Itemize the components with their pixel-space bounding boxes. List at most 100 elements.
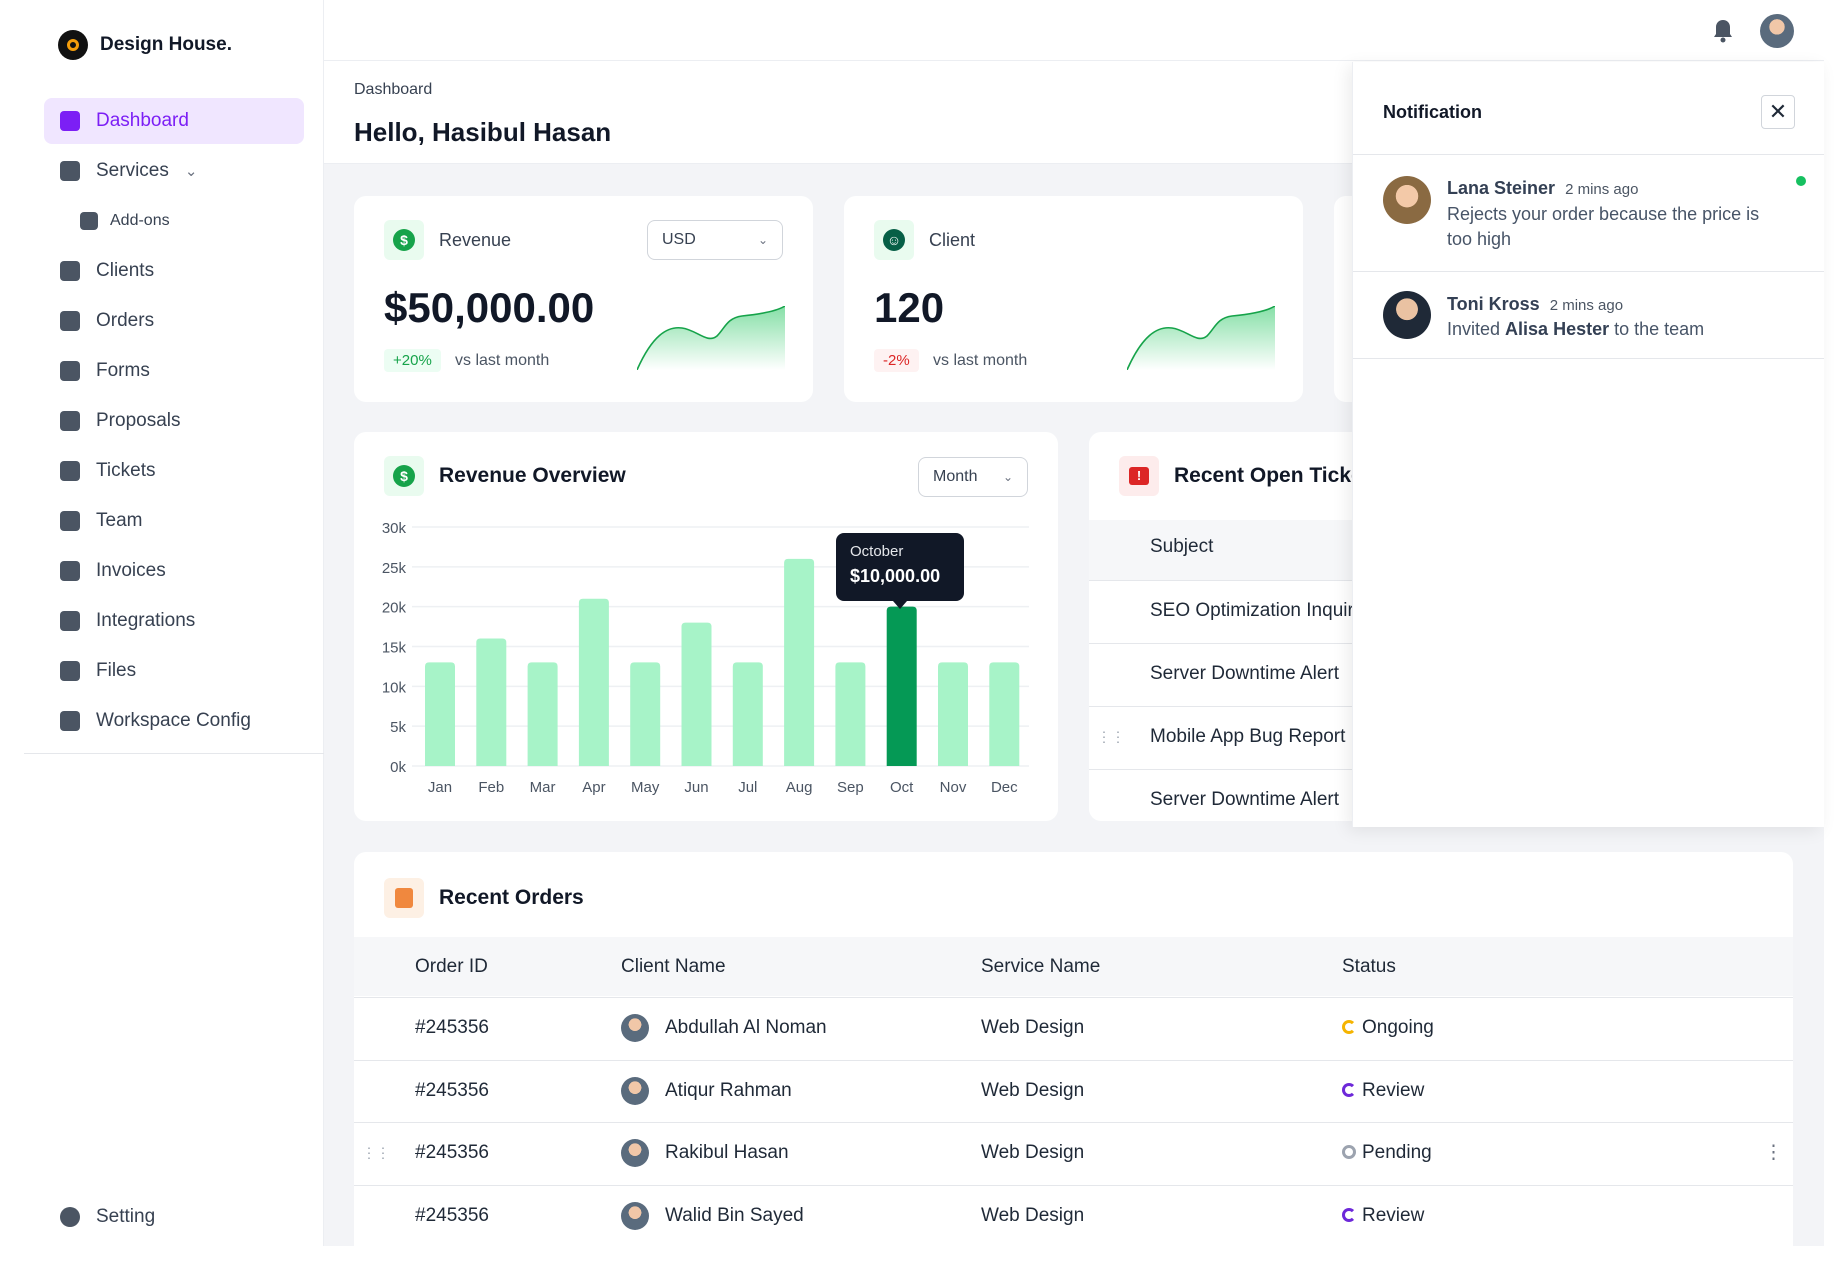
dollar-icon: $ — [384, 220, 424, 260]
sidebar-item-label: Proposals — [96, 410, 181, 431]
sidebar-divider — [24, 753, 324, 754]
ticket-row[interactable]: Mobile App Bug Report — [1150, 726, 1345, 748]
more-options-icon[interactable]: ⋮ — [1764, 1142, 1783, 1165]
bar-may[interactable] — [630, 662, 661, 766]
x-tick-label: Oct — [890, 779, 914, 796]
sidebar-item-label: Invoices — [96, 560, 166, 581]
bar-mar[interactable] — [527, 662, 558, 766]
notification-text: Rejects your order because the price is … — [1447, 204, 1760, 249]
bar-aug[interactable] — [784, 558, 815, 766]
x-tick-label: Nov — [940, 779, 967, 796]
y-tick-label: 0k — [390, 759, 406, 776]
sidebar-item-add-ons[interactable]: Add-ons — [44, 198, 304, 244]
order-id: #245356 — [415, 1142, 489, 1163]
drag-handle-icon[interactable]: ⋮⋮ — [362, 1145, 390, 1162]
sidebar-item-dashboard[interactable]: Dashboard — [44, 98, 304, 144]
card-icon — [60, 561, 80, 581]
card-title: Recent Orders — [439, 886, 584, 909]
sidebar-item-proposals[interactable]: Proposals — [44, 398, 304, 444]
x-tick-label: Sep — [837, 779, 864, 796]
bar-nov[interactable] — [938, 662, 968, 766]
file-icon — [60, 361, 80, 381]
bar-oct[interactable] — [886, 606, 917, 766]
tooltip-label: October — [850, 543, 904, 560]
bar-jun[interactable] — [681, 622, 712, 766]
gears-icon — [60, 711, 80, 731]
chevron-down-icon[interactable]: ⌄ — [185, 162, 198, 180]
ticket-alert-icon: ! — [1119, 456, 1159, 496]
sidebar-item-integrations[interactable]: Integrations — [44, 598, 304, 644]
stat-label: Revenue — [439, 230, 512, 250]
bar-jan[interactable] — [425, 662, 455, 766]
sidebar-item-label: Services — [96, 160, 169, 181]
change-badge: -2% — [874, 349, 919, 372]
status-icon — [1342, 1082, 1356, 1097]
bar-apr[interactable] — [578, 598, 609, 766]
change-note: vs last month — [455, 352, 550, 369]
x-tick-label: May — [631, 779, 660, 796]
tooltip-arrow — [893, 601, 907, 609]
brand-logo[interactable]: Design House. — [58, 30, 232, 60]
client-avatar — [621, 1014, 649, 1042]
mentioned-user[interactable]: Alisa Hester — [1505, 319, 1609, 339]
x-tick-label: Apr — [582, 779, 605, 796]
sidebar: Design House. Dashboard Services ⌄ Add-ons C… — [24, 0, 324, 1246]
sidebar-item-setting[interactable]: Setting — [44, 1194, 304, 1240]
user-avatar[interactable] — [1760, 14, 1794, 48]
y-tick-label: 10k — [382, 679, 407, 696]
sidebar-item-label: Team — [96, 510, 143, 531]
sidebar-item-label: Add-ons — [110, 212, 170, 229]
x-tick-label: Jun — [684, 779, 708, 796]
client-avatar — [621, 1139, 649, 1167]
y-tick-label: 30k — [382, 520, 407, 537]
column-header-subject: Subject — [1150, 536, 1214, 557]
divider — [354, 1184, 1793, 1186]
sidebar-item-label: Workspace Config — [96, 710, 251, 731]
column-header: Order ID — [415, 956, 488, 977]
id-card-icon — [60, 511, 80, 531]
close-button[interactable]: ✕ — [1761, 95, 1795, 129]
client-sparkline — [1127, 306, 1275, 370]
notification-time: 2 mins ago — [1549, 297, 1624, 314]
sidebar-item-team[interactable]: Team — [44, 498, 304, 544]
ticket-row[interactable]: Server Downtime Alert — [1150, 789, 1339, 811]
x-tick-label: Aug — [786, 779, 813, 796]
sidebar-item-invoices[interactable]: Invoices — [44, 548, 304, 594]
orders-icon — [384, 878, 424, 918]
divider — [354, 1122, 1793, 1123]
currency-select[interactable]: USD ⌄ — [647, 220, 783, 260]
order-id: #245356 — [415, 1079, 489, 1101]
drag-handle-icon[interactable]: ⋮⋮ — [1097, 729, 1125, 746]
brand-name: Design House. — [100, 34, 232, 55]
column-header: Client Name — [621, 956, 726, 977]
y-tick-label: 20k — [382, 600, 407, 617]
client-avatar — [621, 1076, 649, 1105]
divider — [1353, 358, 1824, 359]
sidebar-item-label: Clients — [96, 260, 155, 281]
page-title: Hello, Hasibul Hasan — [354, 117, 612, 147]
sidebar-item-clients[interactable]: Clients — [44, 248, 304, 294]
notification-time: 2 mins ago — [1565, 181, 1639, 198]
ticket-row[interactable]: SEO Optimization Inquiry — [1150, 600, 1363, 622]
notification-name: Toni Kross — [1447, 294, 1540, 314]
bar-dec[interactable] — [989, 662, 1020, 766]
status-icon — [1342, 1020, 1356, 1034]
sidebar-item-orders[interactable]: Orders — [44, 298, 304, 344]
bell-icon[interactable] — [1712, 18, 1734, 44]
breadcrumb[interactable]: Dashboard — [354, 81, 432, 99]
x-tick-label: Feb — [478, 779, 504, 796]
sidebar-item-tickets[interactable]: Tickets — [44, 448, 304, 494]
topbar — [324, 0, 1824, 61]
ticket-row[interactable]: Server Downtime Alert — [1150, 663, 1339, 685]
bar-feb[interactable] — [476, 638, 507, 766]
gear-icon — [60, 1207, 80, 1227]
sidebar-item-services[interactable]: Services ⌄ — [44, 148, 304, 194]
service-name: Web Design — [981, 1079, 1085, 1101]
sidebar-item-label: Setting — [96, 1206, 156, 1227]
bar-sep[interactable] — [835, 662, 866, 766]
status-icon — [1342, 1207, 1356, 1222]
bar-jul[interactable] — [732, 662, 763, 766]
sidebar-item-forms[interactable]: Forms — [44, 348, 304, 394]
sidebar-item-workspace-config[interactable]: Workspace Config — [44, 698, 304, 744]
sidebar-item-files[interactable]: Files — [44, 648, 304, 694]
